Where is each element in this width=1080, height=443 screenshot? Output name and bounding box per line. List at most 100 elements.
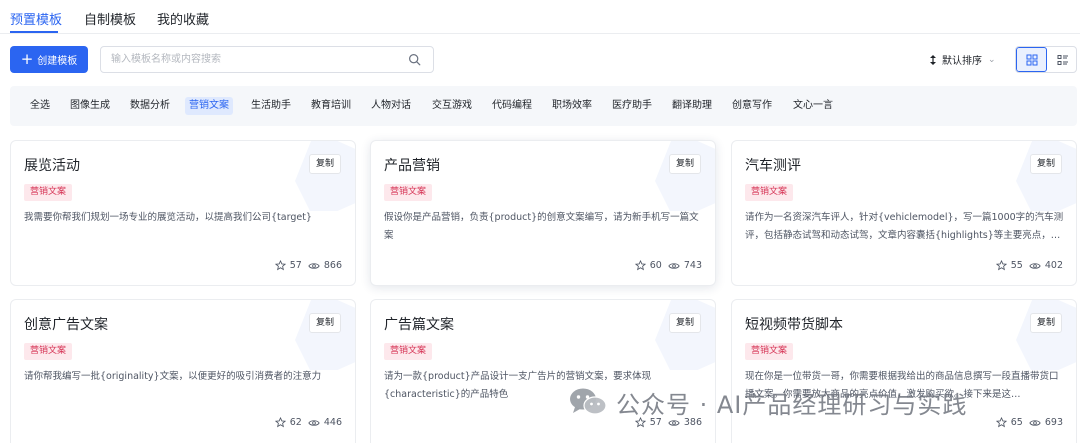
likes-count: 55 — [1010, 260, 1023, 271]
card-title: 短视频带货脚本 — [745, 317, 843, 333]
eye-icon — [308, 262, 320, 269]
tab-preset-templates[interactable]: 预置模板 — [10, 9, 62, 28]
card-decoration — [1016, 141, 1076, 211]
card-description: 我需要你帮我们规划一场专业的展览活动，以提高我们公司{target} — [24, 212, 312, 223]
likes-stat[interactable]: 65 — [995, 417, 1023, 428]
create-template-button[interactable]: + 创建模板 — [10, 46, 88, 73]
card-title: 汽车测评 — [745, 158, 801, 174]
category-education[interactable]: 教育培训 — [307, 97, 355, 115]
sort-dropdown[interactable]: 默认排序 ⌄ — [928, 52, 996, 67]
star-icon — [995, 260, 1007, 271]
category-all[interactable]: 全选 — [26, 97, 54, 115]
search-icon[interactable] — [408, 53, 421, 66]
category-creative-writing[interactable]: 创意写作 — [728, 97, 776, 115]
eye-icon — [1029, 262, 1041, 269]
active-tab-indicator — [10, 31, 58, 33]
views-stat: 693 — [1029, 417, 1063, 428]
card-decoration — [655, 300, 715, 370]
tab-my-favorites[interactable]: 我的收藏 — [157, 9, 209, 28]
card-title: 创意广告文案 — [24, 317, 108, 333]
view-toggle — [1015, 46, 1077, 73]
sort-arrows-icon — [930, 54, 936, 65]
category-image-generation[interactable]: 图像生成 — [66, 97, 114, 115]
template-card[interactable]: 展览活动 复制 营销文案 我需要你帮我们规划一场专业的展览活动，以提高我们公司{… — [10, 140, 356, 286]
likes-count: 57 — [289, 260, 302, 271]
card-title: 展览活动 — [24, 158, 80, 174]
star-icon — [274, 417, 286, 428]
category-data-analysis[interactable]: 数据分析 — [126, 97, 174, 115]
card-stats: 62 446 — [274, 417, 342, 428]
category-tag: 营销文案 — [384, 343, 433, 360]
likes-stat[interactable]: 57 — [274, 260, 302, 271]
category-coding[interactable]: 代码编程 — [488, 97, 536, 115]
search-input[interactable] — [111, 47, 401, 72]
copy-button[interactable]: 复制 — [309, 154, 341, 174]
likes-stat[interactable]: 60 — [634, 260, 662, 271]
template-card[interactable]: 汽车测评 复制 营销文案 请作为一名资深汽车评人，针对{vehiclemodel… — [731, 140, 1077, 286]
views-stat: 866 — [308, 260, 342, 271]
eye-icon — [308, 419, 320, 426]
wechat-icon — [570, 388, 607, 415]
grid-view-button[interactable] — [1016, 47, 1047, 72]
watermark: 公众号 · AI产品经理研习与实践 — [568, 382, 967, 422]
star-icon — [274, 260, 286, 271]
watermark-text: 公众号 · AI产品经理研习与实践 — [616, 390, 968, 419]
chevron-down-icon: ⌄ — [988, 54, 996, 65]
eye-icon — [668, 262, 680, 269]
category-workplace-efficiency[interactable]: 职场效率 — [548, 97, 596, 115]
template-card[interactable]: 创意广告文案 复制 营销文案 请你帮我编写一批{originality}文案，以… — [10, 299, 356, 443]
likes-count: 62 — [289, 417, 302, 428]
create-template-label: 创建模板 — [37, 56, 78, 67]
category-filter-bar: 全选 图像生成 数据分析 营销文案 生活助手 教育培训 人物对话 交互游戏 代码… — [10, 86, 1077, 126]
card-decoration — [655, 141, 715, 211]
sort-label: 默认排序 — [942, 56, 982, 67]
card-title: 广告篇文案 — [384, 317, 454, 333]
category-marketing-copy[interactable]: 营销文案 — [185, 97, 233, 115]
category-tag: 营销文案 — [24, 184, 73, 201]
card-description: 假设你是产品营销，负责{product}的创意文案编写，请为新手机写一篇文案 — [384, 212, 699, 241]
views-count: 446 — [323, 417, 342, 428]
card-stats: 60 743 — [634, 260, 702, 271]
views-count: 693 — [1044, 417, 1063, 428]
list-icon — [1057, 54, 1068, 65]
card-description: 请作为一名资深汽车评人，针对{vehiclemodel}，写一篇1000字的汽车… — [745, 212, 1064, 241]
copy-button[interactable]: 复制 — [1030, 154, 1062, 174]
category-medical-assistant[interactable]: 医疗助手 — [608, 97, 656, 115]
category-ernie-bot[interactable]: 文心一言 — [789, 97, 837, 115]
template-tabs: 预置模板 自制模板 我的收藏 — [0, 0, 1080, 34]
card-stats: 55 402 — [995, 260, 1063, 271]
tab-custom-templates[interactable]: 自制模板 — [84, 9, 136, 28]
card-description: 请你帮我编写一批{originality}文案，以便更好的吸引消费者的注意力 — [24, 371, 322, 382]
plus-icon: + — [20, 49, 34, 68]
views-count: 743 — [683, 260, 702, 271]
category-tag: 营销文案 — [384, 184, 433, 201]
likes-stat[interactable]: 62 — [274, 417, 302, 428]
category-character-dialogue[interactable]: 人物对话 — [367, 97, 415, 115]
views-stat: 402 — [1029, 260, 1063, 271]
card-decoration — [295, 141, 355, 211]
copy-button[interactable]: 复制 — [669, 154, 701, 174]
likes-count: 60 — [649, 260, 662, 271]
card-decoration — [295, 300, 355, 370]
category-tag: 营销文案 — [745, 184, 794, 201]
category-tag: 营销文案 — [24, 343, 73, 360]
copy-button[interactable]: 复制 — [1030, 313, 1062, 333]
search-box — [100, 46, 434, 73]
card-stats: 57 866 — [274, 260, 342, 271]
copy-button[interactable]: 复制 — [669, 313, 701, 333]
likes-stat[interactable]: 55 — [995, 260, 1023, 271]
copy-button[interactable]: 复制 — [309, 313, 341, 333]
category-interactive-games[interactable]: 交互游戏 — [428, 97, 476, 115]
list-view-button[interactable] — [1047, 47, 1076, 72]
views-stat: 446 — [308, 417, 342, 428]
card-stats: 65 693 — [995, 417, 1063, 428]
category-translation[interactable]: 翻译助理 — [668, 97, 716, 115]
star-icon — [634, 260, 646, 271]
views-count: 866 — [323, 260, 342, 271]
card-title: 产品营销 — [384, 158, 440, 174]
card-decoration — [1016, 300, 1076, 370]
template-card[interactable]: 产品营销 复制 营销文案 假设你是产品营销，负责{product}的创意文案编写… — [370, 140, 716, 286]
category-life-assistant[interactable]: 生活助手 — [247, 97, 295, 115]
likes-count: 65 — [1010, 417, 1023, 428]
views-stat: 743 — [668, 260, 702, 271]
